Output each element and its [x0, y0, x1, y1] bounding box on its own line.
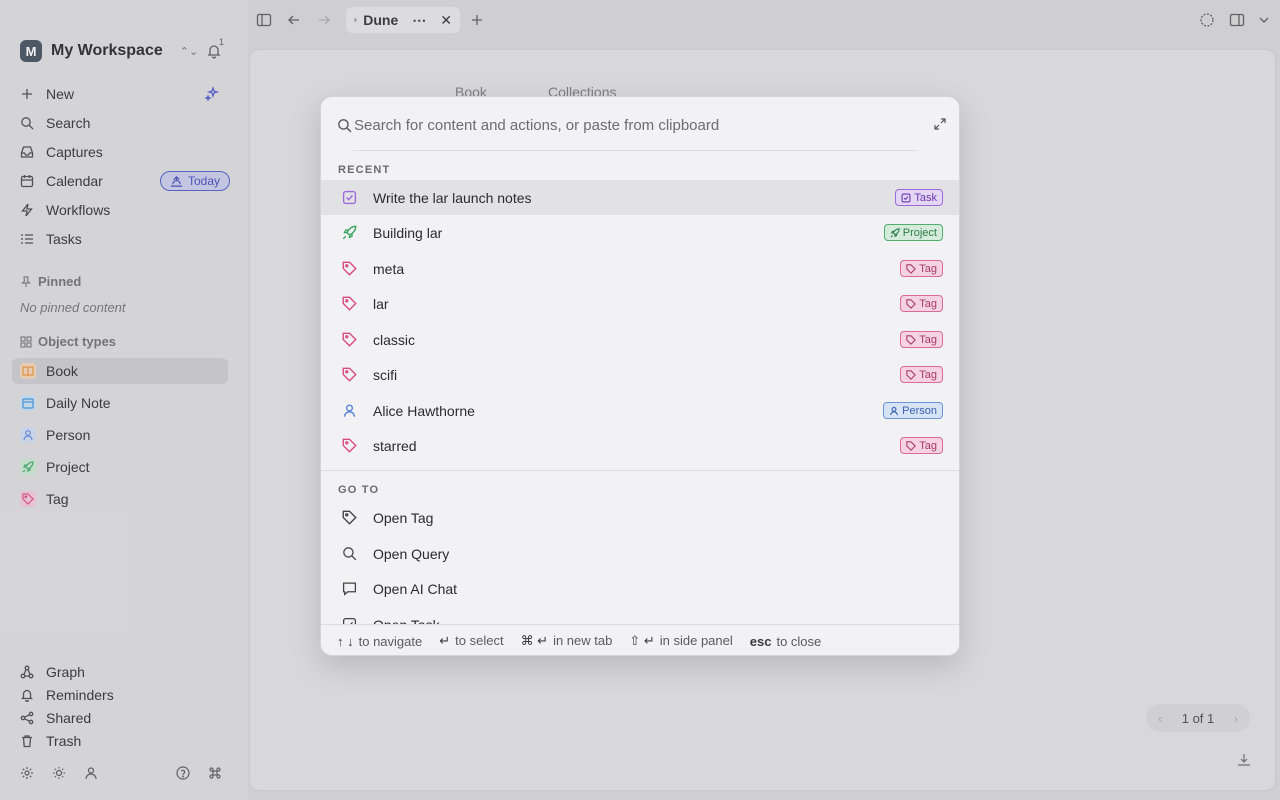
- search-icon: [341, 546, 357, 562]
- result-item[interactable]: lar Tag: [321, 286, 959, 321]
- goto-header: GO TO: [338, 484, 380, 496]
- expand-icon[interactable]: [933, 117, 947, 131]
- kind-badge: Person: [883, 402, 943, 419]
- person-icon: [890, 406, 899, 415]
- hint-close: esc to close: [749, 633, 822, 649]
- tag-icon: [906, 298, 917, 309]
- search-bar: [337, 113, 945, 137]
- result-label: scifi: [373, 366, 398, 383]
- result-item[interactable]: Building lar Project: [321, 215, 959, 250]
- result-label: starred: [373, 437, 417, 454]
- goto-item[interactable]: Open Query: [321, 536, 959, 571]
- kind-badge: Tag: [900, 366, 943, 383]
- tag-icon: [341, 510, 357, 526]
- result-item[interactable]: starred Tag: [321, 428, 959, 463]
- result-item[interactable]: Write the lar launch notes Task: [321, 180, 959, 215]
- result-label: classic: [373, 331, 416, 348]
- result-item[interactable]: scifi Tag: [321, 357, 959, 392]
- kind-badge: Tag: [900, 331, 943, 348]
- rocket-icon: [341, 225, 357, 241]
- goto-item[interactable]: Open Tag: [321, 500, 959, 535]
- person-icon: [341, 403, 357, 419]
- task-checkbox-icon: [901, 193, 911, 202]
- command-palette: RECENT Write the lar launch notes Task B…: [320, 96, 960, 656]
- hint-side-panel: ⇧ ↵ in side panel: [629, 633, 733, 648]
- tag-icon: [341, 296, 357, 312]
- kind-badge: Project: [883, 224, 943, 241]
- tag-icon: [341, 367, 357, 383]
- recent-header: RECENT: [338, 164, 391, 176]
- result-label: Building lar: [373, 224, 443, 241]
- result-label: Write the lar launch notes: [373, 189, 532, 206]
- rocket-icon: [890, 227, 900, 238]
- result-item[interactable]: Alice Hawthorne Person: [321, 393, 959, 428]
- goto-label: Open AI Chat: [373, 580, 458, 597]
- kind-badge: Tag: [900, 260, 943, 277]
- tag-icon: [341, 332, 357, 348]
- goto-item[interactable]: Open AI Chat: [321, 571, 959, 606]
- section-divider: [321, 470, 959, 471]
- result-label: lar: [373, 295, 389, 312]
- goto-label: Open Tag: [373, 509, 434, 526]
- search-icon: [338, 118, 352, 132]
- chat-icon: [341, 581, 357, 597]
- hint-navigate: ↑ ↓ to navigate: [337, 633, 423, 649]
- keyboard-hints: ↑ ↓ to navigate ↵ to select ⌘ ↵ in new tab …: [321, 624, 959, 655]
- result-item[interactable]: classic Tag: [321, 322, 959, 357]
- hint-select: ↵ to select: [439, 633, 504, 648]
- search-input[interactable]: [354, 116, 914, 134]
- kind-badge: Tag: [900, 295, 943, 312]
- tag-icon: [341, 261, 357, 277]
- tag-icon: [906, 334, 917, 345]
- tag-icon: [906, 369, 917, 380]
- kind-badge: Task: [895, 189, 943, 206]
- kind-badge: Tag: [900, 437, 943, 454]
- result-label: meta: [373, 260, 405, 277]
- tag-icon: [906, 440, 917, 451]
- result-label: Alice Hawthorne: [373, 402, 475, 419]
- search-divider: [353, 150, 917, 151]
- tag-icon: [906, 263, 917, 274]
- result-item[interactable]: meta Tag: [321, 251, 959, 286]
- hint-new-tab: ⌘ ↵ in new tab: [520, 633, 613, 648]
- goto-label: Open Query: [373, 545, 450, 562]
- task-checkbox-icon: [341, 190, 357, 206]
- tag-icon: [341, 438, 357, 454]
